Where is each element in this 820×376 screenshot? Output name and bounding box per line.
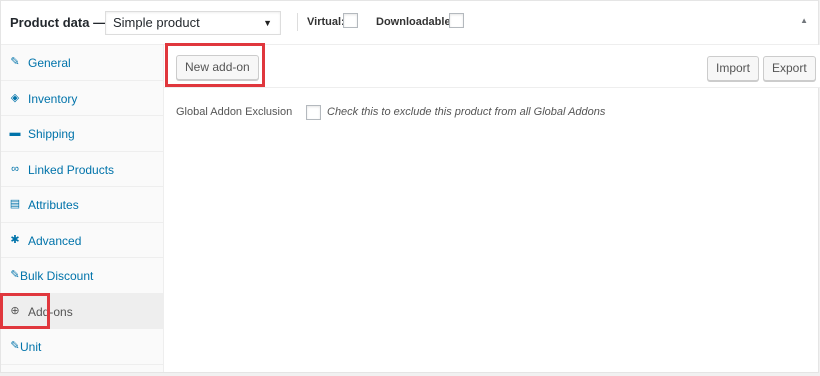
tab-advanced[interactable]: ✱ Advanced (1, 223, 163, 258)
tab-label: Attributes (28, 198, 79, 212)
tab-bulk-discount[interactable]: ✎ Bulk Discount (1, 258, 163, 294)
virtual-label: Virtual: (307, 16, 345, 28)
tab-label: General (28, 56, 71, 70)
gear-icon: ✱ (10, 233, 20, 246)
tab-label: Bulk Discount (20, 269, 94, 283)
product-data-panel: Product data — Simple product ▼ Virtual:… (0, 0, 820, 373)
highlight-new-addon (165, 43, 265, 87)
tab-shipping[interactable]: ▬ Shipping (1, 116, 163, 152)
import-button[interactable]: Import (707, 56, 760, 81)
product-type-select[interactable]: Simple product ▼ (105, 11, 281, 35)
truck-icon: ▬ (9, 127, 21, 139)
dropdown-arrow-icon: ▼ (263, 18, 272, 28)
tab-label: Inventory (28, 91, 78, 106)
downloadable-checkbox[interactable] (449, 13, 464, 28)
link-icon: ∞ (11, 162, 19, 175)
virtual-checkbox[interactable] (343, 13, 358, 28)
export-button[interactable]: Export (763, 56, 816, 81)
tab-unit[interactable]: ✎ Unit (1, 329, 163, 365)
tab-inventory[interactable]: ◈ Inventory (1, 81, 163, 116)
highlight-add-ons-tab (0, 293, 50, 329)
tab-label: Shipping (28, 127, 75, 141)
tab-linked-products[interactable]: ∞ Linked Products (1, 152, 163, 187)
list-icon: ▤ (9, 198, 21, 210)
tab-label: Advanced (28, 233, 82, 248)
global-exclusion-description: Check this to exclude this product from … (327, 106, 606, 118)
tab-label: Linked Products (28, 162, 115, 177)
tab-general[interactable]: ✎ General (1, 45, 163, 81)
header-divider (297, 13, 298, 31)
downloadable-label: Downloadable: (376, 16, 455, 28)
product-data-header: Product data — Simple product ▼ Virtual:… (1, 1, 818, 45)
collapse-arrow-icon[interactable]: ▲ (800, 16, 808, 25)
global-exclusion-checkbox[interactable] (306, 105, 321, 120)
product-data-title: Product data — (10, 15, 107, 30)
tab-attributes[interactable]: ▤ Attributes (1, 187, 163, 223)
tag-icon: ◈ (10, 91, 20, 104)
global-exclusion-label: Global Addon Exclusion (176, 106, 293, 118)
wrench-icon: ✎ (10, 56, 20, 68)
product-type-value: Simple product (113, 15, 200, 30)
tab-label: Unit (20, 340, 42, 354)
